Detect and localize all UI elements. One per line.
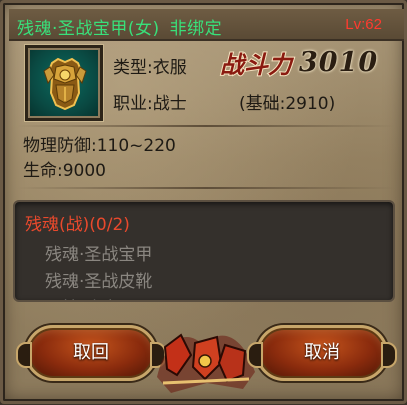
divider-top	[17, 125, 395, 127]
back-button[interactable]: 取回	[16, 325, 166, 381]
base-power: (基础:2910)	[239, 94, 336, 114]
combat-power-text: 战斗力	[220, 50, 295, 79]
divider-bottom	[17, 187, 395, 189]
item-icon-slot[interactable]	[25, 45, 103, 121]
item-level: Lv:62	[345, 16, 382, 33]
bind-status: 非绑定	[169, 19, 223, 39]
golden-armor-icon	[43, 57, 87, 111]
set-bonus-box: 残魂(战)(0/2) 残魂·圣战宝甲 残魂·圣战皮靴 属性:攻击 +1	[13, 200, 395, 302]
item-name: 残魂·圣战宝甲(女)	[17, 19, 160, 39]
button-cap-left	[247, 342, 263, 368]
stat-hp: 生命:9000	[23, 161, 106, 181]
stat-defense: 物理防御:110~220	[23, 136, 176, 156]
combat-power-label: 战斗力	[218, 47, 298, 81]
set-item: 残魂·圣战宝甲	[45, 245, 153, 265]
cancel-button-label: 取消	[304, 342, 340, 363]
item-title: 残魂·圣战宝甲(女) 非绑定	[17, 14, 222, 39]
button-cap-left	[16, 342, 32, 368]
item-type: 类型:衣服	[113, 58, 187, 78]
item-class: 职业:战士	[113, 94, 187, 114]
title-bar: 残魂·圣战宝甲(女) 非绑定 Lv:62	[9, 9, 404, 41]
item-tooltip-panel: 残魂·圣战宝甲(女) 非绑定 Lv:62 类型:衣服 职业:战士 战斗力 3010…	[0, 0, 407, 404]
combat-power-value: 3010	[299, 47, 379, 78]
set-title: 残魂(战)(0/2)	[25, 215, 130, 235]
button-bar: 取回 取消	[9, 315, 404, 401]
back-button-label: 取回	[73, 342, 109, 363]
set-item: 属性:攻击 +1	[45, 294, 149, 300]
button-cap-right	[381, 342, 397, 368]
cancel-button[interactable]: 取消	[247, 325, 397, 381]
set-item: 残魂·圣战皮靴	[45, 272, 153, 292]
